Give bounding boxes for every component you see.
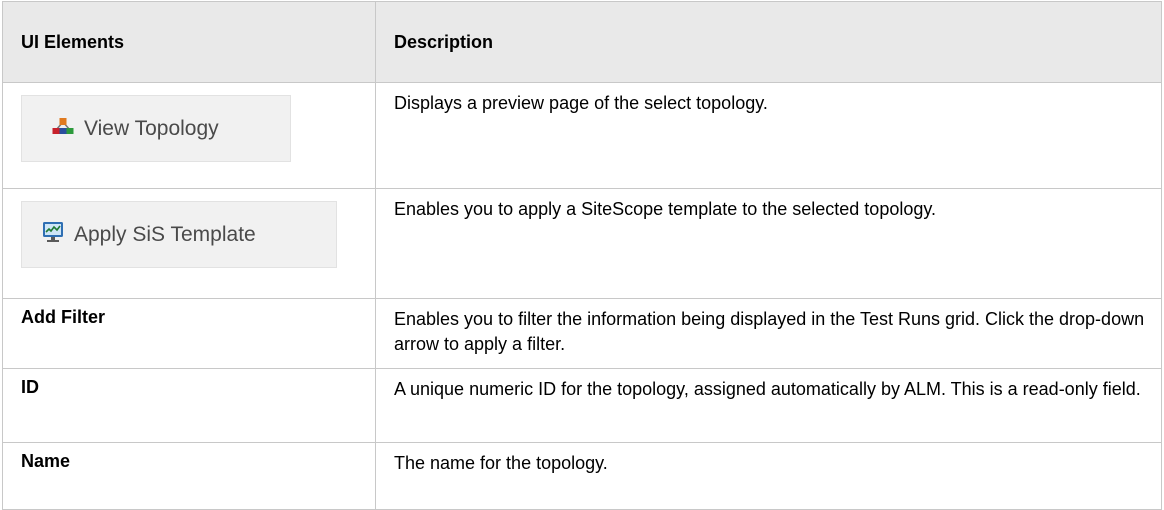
table-row: ID A unique numeric ID for the topology,… xyxy=(2,369,1162,443)
view-topology-button[interactable]: View Topology xyxy=(21,95,291,162)
topology-icon xyxy=(52,117,84,141)
header-ui-elements: UI Elements xyxy=(3,2,376,82)
monitor-chart-icon xyxy=(42,221,74,249)
ui-elements-table: UI Elements Description View Topology Di… xyxy=(2,1,1162,510)
table-header-row: UI Elements Description xyxy=(2,1,1162,83)
header-description: Description xyxy=(394,31,494,52)
apply-sis-template-description: Enables you to apply a SiteScope templat… xyxy=(394,199,937,219)
add-filter-label: Add Filter xyxy=(3,299,376,368)
add-filter-description: Enables you to filter the information be… xyxy=(394,309,1145,354)
table-row: Name The name for the topology. xyxy=(2,443,1162,510)
id-description: A unique numeric ID for the topology, as… xyxy=(394,379,1141,399)
id-label: ID xyxy=(3,369,376,442)
name-description: The name for the topology. xyxy=(394,453,608,473)
table-row: View Topology Displays a preview page of… xyxy=(2,83,1162,189)
table-row: Add Filter Enables you to filter the inf… xyxy=(2,299,1162,369)
apply-sis-template-button[interactable]: Apply SiS Template xyxy=(21,201,337,268)
view-topology-description: Displays a preview page of the select to… xyxy=(394,93,768,113)
name-label: Name xyxy=(3,443,376,509)
view-topology-label: View Topology xyxy=(84,116,219,140)
table-row: Apply SiS Template Enables you to apply … xyxy=(2,189,1162,299)
apply-sis-template-label: Apply SiS Template xyxy=(74,222,256,246)
